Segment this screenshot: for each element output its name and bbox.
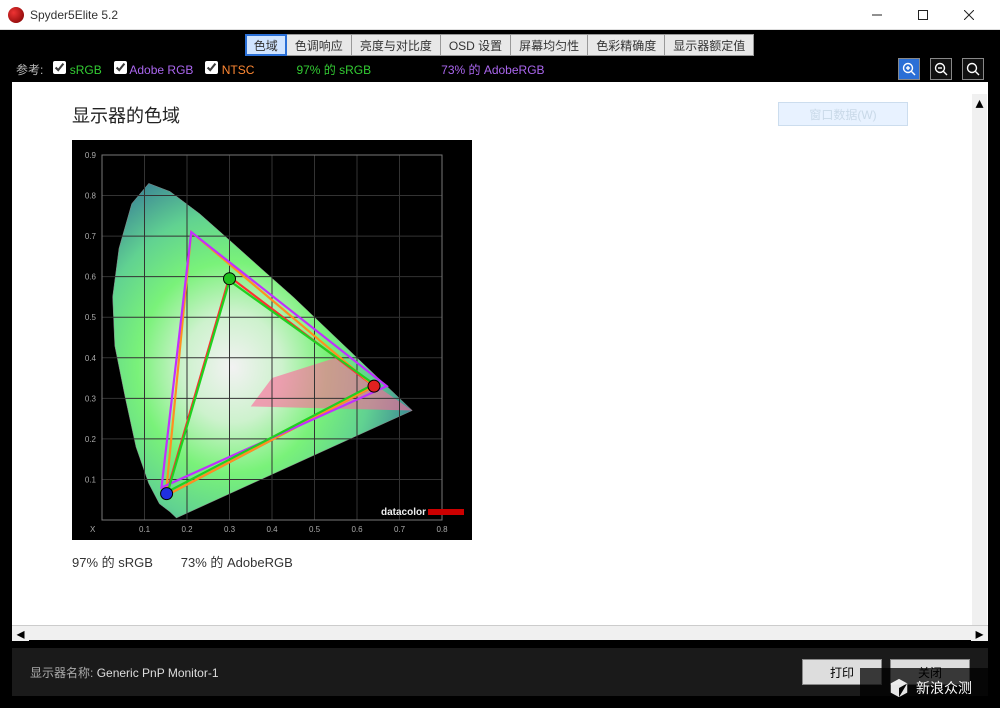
gamut-chart: 0.1 0.2 0.3 0.4 0.5 0.6 0.7 0.8 0.1 0.2 0.3 0.4 0.5 0… — [72, 140, 472, 540]
svg-text:0.8: 0.8 — [85, 192, 97, 201]
svg-text:X: X — [90, 525, 96, 534]
cube-icon — [888, 677, 910, 699]
app-body: 色域色调响应亮度与对比度OSD 设置屏幕均匀性色彩精确度显示器额定值 参考: s… — [0, 30, 1000, 708]
srgb-coverage-top: 97% 的 sRGB — [296, 61, 371, 78]
tab-5[interactable]: 色彩精确度 — [587, 34, 665, 56]
content-area: 显示器的色域 窗口数据(W) 0.10.20.30.40.50.60.70.80… — [12, 82, 988, 640]
adobergb-coverage-top: 73% 的 AdobeRGB — [441, 61, 544, 78]
zoom-in-button[interactable] — [898, 58, 920, 80]
vertical-scrollbar[interactable]: ▴ — [972, 94, 987, 625]
status-bar: 显示器名称: Generic PnP Monitor-1 打印 关闭 — [12, 648, 988, 696]
ref-label-srgb: sRGB — [70, 63, 102, 77]
tab-6[interactable]: 显示器额定值 — [664, 34, 754, 56]
datacolor-logo: datacolor — [381, 507, 464, 518]
titlebar: Spyder5Elite 5.2 — [0, 0, 1000, 30]
tab-3[interactable]: OSD 设置 — [440, 34, 511, 56]
adobergb-coverage-bottom: 73% 的 AdobeRGB — [181, 555, 293, 570]
watermark: 新浪众测 — [860, 668, 1000, 708]
scroll-left-icon[interactable]: ◂ — [12, 626, 29, 641]
scroll-right-icon[interactable]: ▸ — [971, 626, 988, 641]
reference-bar: 参考: sRGB Adobe RGB NTSC 97% 的 sRGB 73% 的… — [4, 56, 996, 82]
close-button[interactable] — [946, 0, 992, 30]
svg-text:0.6: 0.6 — [85, 273, 97, 282]
svg-text:0.2: 0.2 — [181, 525, 193, 534]
window-data-button[interactable]: 窗口数据(W) — [778, 102, 908, 126]
svg-text:0.4: 0.4 — [266, 525, 278, 534]
checkbox-NTSC[interactable] — [205, 61, 218, 74]
summary-line: 97% 的 sRGB 73% 的 AdobeRGB — [72, 552, 928, 571]
ref-label-argb: Adobe RGB — [129, 63, 193, 77]
tab-0[interactable]: 色域 — [245, 34, 287, 56]
srgb-coverage-bottom: 97% 的 sRGB — [72, 555, 153, 570]
tab-1[interactable]: 色调响应 — [286, 34, 352, 56]
scroll-up-icon[interactable]: ▴ — [972, 94, 987, 111]
app-icon — [8, 7, 24, 23]
zoom-reset-button[interactable] — [962, 58, 984, 80]
svg-text:0.2: 0.2 — [85, 435, 97, 444]
ref-label-ntsc: NTSC — [222, 63, 255, 77]
tab-2[interactable]: 亮度与对比度 — [351, 34, 441, 56]
svg-text:0.6: 0.6 — [351, 525, 363, 534]
svg-text:0.8: 0.8 — [436, 525, 448, 534]
zoom-out-button[interactable] — [930, 58, 952, 80]
svg-text:0.5: 0.5 — [85, 313, 97, 322]
tab-4[interactable]: 屏幕均匀性 — [510, 34, 588, 56]
svg-text:0.9: 0.9 — [85, 151, 97, 160]
monitor-name-label: 显示器名称: Generic PnP Monitor-1 — [30, 664, 219, 681]
minimize-button[interactable] — [854, 0, 900, 30]
reference-label: 参考: — [16, 61, 43, 78]
maximize-button[interactable] — [900, 0, 946, 30]
svg-text:0.5: 0.5 — [309, 525, 321, 534]
tabbar: 色域色调响应亮度与对比度OSD 设置屏幕均匀性色彩精确度显示器额定值 — [4, 34, 996, 56]
horizontal-scrollbar[interactable]: ◂ ▸ — [12, 625, 988, 640]
svg-text:0.4: 0.4 — [85, 354, 97, 363]
svg-text:0.3: 0.3 — [85, 394, 97, 403]
svg-text:0.1: 0.1 — [85, 475, 97, 484]
checkbox-AdobeRGB[interactable] — [114, 61, 127, 74]
checkbox-sRGB[interactable] — [53, 61, 66, 74]
svg-text:0.1: 0.1 — [139, 525, 151, 534]
svg-text:0.3: 0.3 — [224, 525, 236, 534]
svg-text:0.7: 0.7 — [394, 525, 406, 534]
svg-text:0.7: 0.7 — [85, 232, 97, 241]
window-title: Spyder5Elite 5.2 — [30, 8, 854, 22]
